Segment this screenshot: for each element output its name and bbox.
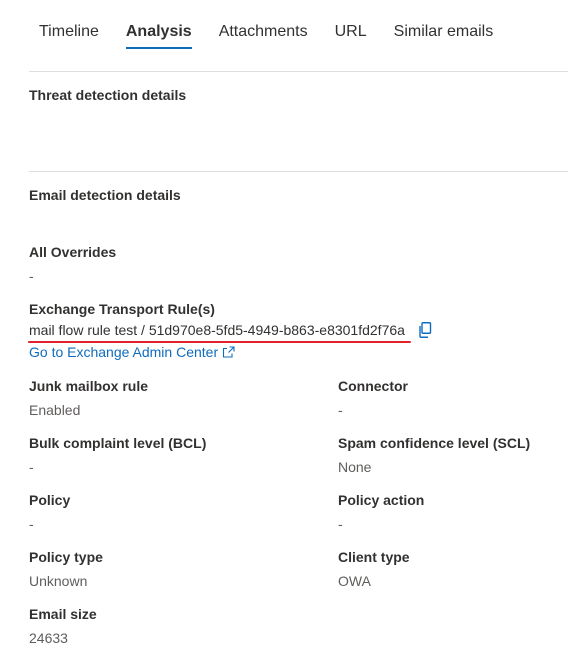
email-size-value: 24633: [29, 630, 68, 646]
junk-mailbox-rule-value: Enabled: [29, 402, 81, 418]
transport-rule-label: Exchange Transport Rule(s): [29, 301, 215, 317]
tab-bar: Timeline Analysis Attachments URL Simila…: [29, 0, 520, 56]
exchange-admin-center-link-text: Go to Exchange Admin Center: [29, 344, 219, 360]
tab-url[interactable]: URL: [335, 0, 367, 42]
bcl-value: -: [29, 459, 34, 475]
email-detection-title: Email detection details: [29, 187, 181, 203]
policy-value: -: [29, 516, 34, 532]
transport-rule-value: mail flow rule test / 51d970e8-5fd5-4949…: [29, 322, 405, 338]
scl-label: Spam confidence level (SCL): [338, 435, 531, 451]
tab-attachments[interactable]: Attachments: [219, 0, 308, 42]
client-type-value: OWA: [338, 573, 371, 589]
section-divider: [29, 171, 568, 172]
all-overrides-value: -: [29, 268, 34, 284]
policy-label: Policy: [29, 492, 71, 508]
tab-timeline[interactable]: Timeline: [39, 0, 99, 42]
tabs-divider: [29, 71, 568, 72]
policy-type-value: Unknown: [29, 573, 88, 589]
tab-analysis[interactable]: Analysis: [125, 0, 192, 49]
connector-value: -: [338, 402, 343, 418]
all-overrides-label: All Overrides: [29, 244, 117, 260]
bcl-label: Bulk complaint level (BCL): [29, 435, 207, 451]
annotation-underline: [28, 341, 411, 343]
external-link-icon: [223, 346, 235, 358]
junk-mailbox-rule-label: Junk mailbox rule: [29, 378, 149, 394]
email-size-label: Email size: [29, 606, 97, 622]
exchange-admin-center-link[interactable]: Go to Exchange Admin Center: [29, 344, 235, 360]
connector-label: Connector: [338, 378, 408, 394]
policy-action-value: -: [338, 516, 343, 532]
threat-detection-title: Threat detection details: [29, 87, 187, 103]
policy-type-label: Policy type: [29, 549, 103, 565]
tab-similar-emails[interactable]: Similar emails: [394, 0, 494, 42]
policy-action-label: Policy action: [338, 492, 425, 508]
scl-value: None: [338, 459, 372, 475]
copy-icon[interactable]: [418, 322, 432, 338]
client-type-label: Client type: [338, 549, 410, 565]
